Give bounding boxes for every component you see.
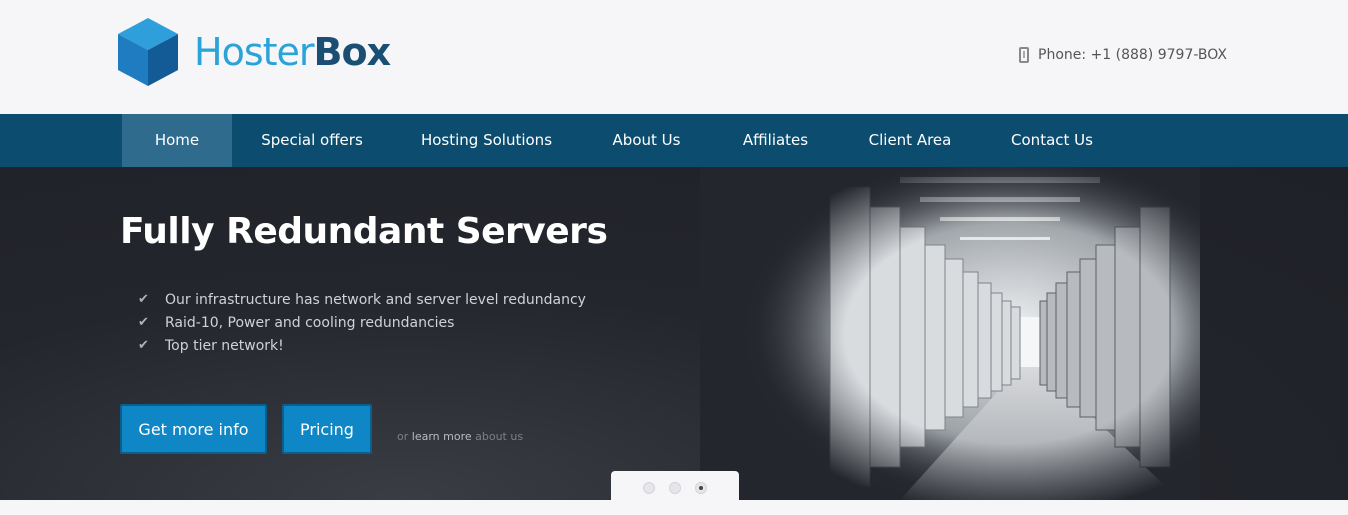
hero-title: Fully Redundant Servers	[120, 211, 608, 252]
logo-text-box: Box	[313, 30, 392, 74]
main-nav: Home Special offers Hosting Solutions Ab…	[0, 114, 1348, 167]
check-icon: ✔	[138, 338, 149, 353]
check-icon: ✔	[138, 315, 149, 330]
feature-list: ✔ Our infrastructure has network and ser…	[138, 288, 586, 357]
nav-item-about-us[interactable]: About Us	[581, 114, 712, 167]
feature-text: Top tier network!	[165, 337, 284, 354]
nav-item-contact-us[interactable]: Contact Us	[981, 114, 1123, 167]
slider-dot-3[interactable]	[695, 482, 707, 494]
learn-more-link[interactable]: learn more	[412, 430, 472, 443]
slider-dot-2[interactable]	[669, 482, 681, 494]
check-icon: ✔	[138, 292, 149, 307]
feature-text: Our infrastructure has network and serve…	[165, 291, 586, 308]
server-room-image	[700, 167, 1200, 500]
nav-item-affiliates[interactable]: Affiliates	[712, 114, 839, 167]
learn-more-text: or learn more about us	[397, 430, 523, 443]
logo-text: HosterBox	[194, 30, 392, 74]
logo-text-hoster: Hoster	[194, 30, 315, 74]
logo[interactable]: HosterBox	[118, 17, 392, 87]
page-bottom-strip	[0, 500, 1348, 515]
list-item: ✔ Top tier network!	[138, 334, 586, 357]
phone-text: Phone: +1 (888) 9797-BOX	[1038, 47, 1227, 63]
slider-dot-1[interactable]	[643, 482, 655, 494]
nav-item-special-offers[interactable]: Special offers	[232, 114, 392, 167]
phone-info: Phone: +1 (888) 9797-BOX	[1019, 47, 1227, 63]
slider-pagination	[611, 471, 739, 500]
feature-text: Raid-10, Power and cooling redundancies	[165, 314, 455, 331]
get-more-info-button[interactable]: Get more info	[120, 404, 267, 454]
cube-logo-icon	[118, 18, 178, 86]
pricing-button[interactable]: Pricing	[282, 404, 372, 454]
learn-prefix: or	[397, 430, 409, 443]
list-item: ✔ Our infrastructure has network and ser…	[138, 288, 586, 311]
list-item: ✔ Raid-10, Power and cooling redundancie…	[138, 311, 586, 334]
phone-icon	[1019, 47, 1029, 63]
site-header: HosterBox Phone: +1 (888) 9797-BOX	[0, 0, 1348, 114]
nav-item-hosting-solutions[interactable]: Hosting Solutions	[392, 114, 581, 167]
nav-item-home[interactable]: Home	[122, 114, 232, 167]
about-us-link[interactable]: about us	[475, 430, 523, 443]
hero-slider: Fully Redundant Servers ✔ Our infrastruc…	[0, 167, 1348, 500]
nav-item-client-area[interactable]: Client Area	[839, 114, 981, 167]
